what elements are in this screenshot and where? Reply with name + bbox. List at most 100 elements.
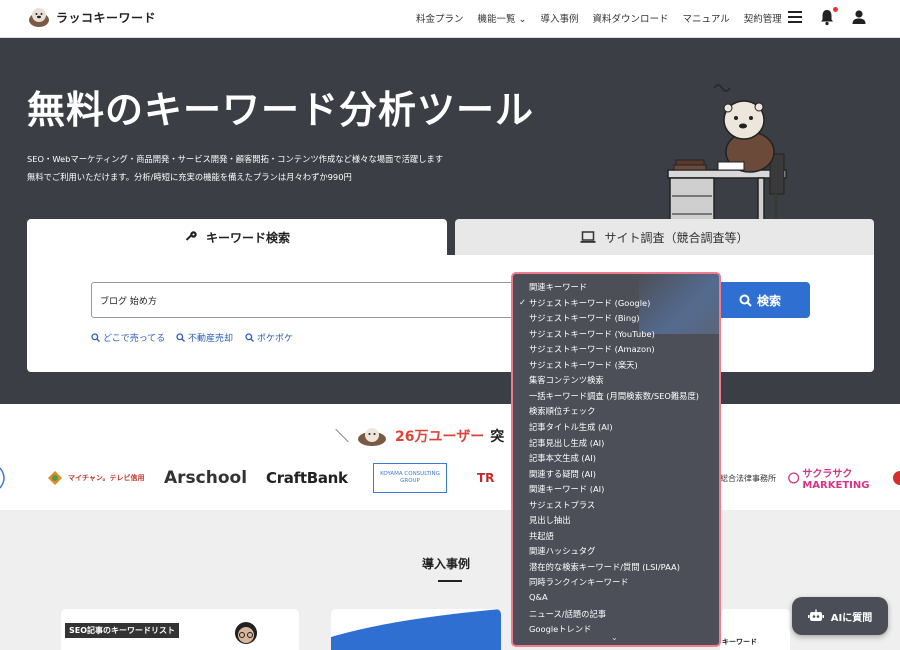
- logo-text: ラッコキーワード: [56, 10, 157, 25]
- nav-features[interactable]: 機能一覧 ⌄: [478, 11, 527, 25]
- scroll-down-icon[interactable]: ⌄: [611, 633, 618, 642]
- dropdown-option[interactable]: 集客コンテンツ検索: [529, 374, 604, 386]
- case-card-2[interactable]: [331, 609, 501, 650]
- selected-check-icon: ✓: [519, 296, 526, 307]
- ai-button-label: AIに質問: [830, 612, 873, 624]
- dropdown-option[interactable]: ニュース/話題の記事: [529, 608, 606, 620]
- hero-section: 無料のキーワード分析ツール SEO・Webマーケティング・商品開発・サービス開発…: [0, 38, 900, 404]
- dropdown-option[interactable]: サジェストキーワード (楽天): [529, 359, 638, 371]
- partner-logo-partial: [0, 463, 10, 493]
- sakura-icon: [788, 472, 800, 484]
- user-count-suffix: 突: [490, 429, 505, 445]
- nav-download[interactable]: 資料ダウンロード: [593, 11, 669, 25]
- dropdown-option[interactable]: サジェストプラス: [529, 499, 595, 511]
- person-photo-icon: [235, 622, 257, 644]
- partner-logo-1-text: マイチャン。テレビ信用: [68, 474, 145, 482]
- partner-logo-4: KOYAMA CONSULTING GROUP: [373, 463, 447, 493]
- dropdown-option[interactable]: 記事タイトル生成 (AI): [529, 421, 613, 433]
- tab-keyword-search[interactable]: キーワード検索: [27, 219, 447, 255]
- dropdown-option[interactable]: サジェストキーワード (Amazon): [529, 343, 655, 355]
- case-card-3[interactable]: キーワード: [720, 609, 790, 650]
- user-icon[interactable]: [850, 8, 868, 26]
- quick-link-3[interactable]: ポケポケ: [245, 331, 293, 344]
- quick-link-label: ポケポケ: [257, 334, 294, 344]
- user-count: 26万ユーザー: [395, 429, 485, 445]
- search-input-value: ブログ 始め方: [100, 296, 157, 307]
- key-icon: [185, 231, 197, 241]
- dropdown-option[interactable]: 見出し抽出: [529, 514, 571, 526]
- dropdown-option[interactable]: Googleトレンド: [529, 623, 591, 635]
- tab-site-research[interactable]: サイト調査（競合調査等）: [455, 219, 874, 255]
- partner-logo-1: マイチャン。テレビ信用: [46, 463, 145, 493]
- dropdown-option[interactable]: 関連ハッシュタグ: [529, 545, 595, 557]
- partner-logo-7-text: サクラサク MARKETING: [802, 469, 870, 491]
- nav-pricing[interactable]: 料金プラン: [416, 11, 464, 25]
- nav-manual[interactable]: マニュアル: [683, 11, 730, 25]
- ai-question-button[interactable]: AIに質問: [792, 597, 888, 635]
- dropdown-option[interactable]: 関連キーワード: [529, 281, 587, 293]
- dropdown-option[interactable]: 一括キーワード調査 (月間検索数/SEO難易度): [529, 390, 699, 402]
- search-icon: [91, 333, 100, 342]
- partial-logo-icon: [893, 471, 900, 485]
- dropdown-option[interactable]: サジェストキーワード (Google): [529, 297, 650, 309]
- partner-logo-6: 総合法律事務所: [720, 473, 776, 483]
- case-card-1-label: SEO記事のキーワードリスト: [65, 623, 180, 638]
- case-card-1[interactable]: SEO記事のキーワードリスト: [61, 609, 299, 650]
- dropdown-highlight: [639, 274, 719, 334]
- cases-underline: [438, 580, 462, 582]
- bell-button[interactable]: [818, 7, 838, 26]
- notification-dot: [833, 7, 838, 12]
- partner-logo-3: CraftBank: [266, 469, 348, 487]
- quick-link-label: 不動産売却: [188, 334, 234, 344]
- dropdown-option[interactable]: 潜在的な検索キーワード/質問 (LSI/PAA): [529, 561, 680, 573]
- hero-subtitle-1: SEO・Webマーケティング・商品開発・サービス開発・顧客開拓・コンテンツ作成な…: [27, 154, 444, 164]
- tv-mascot-icon: [48, 471, 62, 485]
- partner-logo-partial-right: [890, 463, 900, 493]
- search-icon: [176, 333, 185, 342]
- dropdown-option[interactable]: サジェストキーワード (Bing): [529, 312, 640, 324]
- hero-subtitle-2: 無料でご利用いただけます。分析/時短に充実の機能を備えたプランは月々わずか990…: [27, 172, 352, 182]
- site-logo[interactable]: ラッコキーワード: [27, 6, 156, 28]
- nav-contract[interactable]: 契約管理: [744, 11, 782, 25]
- quick-link-1[interactable]: どこで売ってる: [91, 331, 165, 344]
- search-button-label: 検索: [756, 293, 781, 308]
- users-band: [0, 404, 900, 510]
- case-card-3-label: キーワード: [722, 638, 757, 646]
- partner-logo-7: サクラサク MARKETING: [788, 463, 900, 493]
- dropdown-option[interactable]: 記事見出し生成 (AI): [529, 437, 604, 449]
- users-count-banner: ＼ 26万ユーザー 突: [335, 426, 504, 446]
- keyword-search-input[interactable]: ブログ 始め方: [91, 282, 521, 318]
- search-card: ブログ 始め方 検索 どこで売ってる 不動産売却 ポケポケ: [27, 255, 874, 372]
- quick-link-2[interactable]: 不動産売却: [176, 331, 233, 344]
- dropdown-option[interactable]: 関連キーワード (AI): [529, 483, 604, 495]
- header-icons: [786, 7, 868, 26]
- partner-logo-5: TR: [477, 471, 495, 485]
- dropdown-option[interactable]: 同時ランクインキーワード: [529, 576, 629, 588]
- tab-site-label: サイト調査（競合調査等）: [604, 230, 749, 245]
- site-header: ラッコキーワード 料金プラン 機能一覧 ⌄ 導入事例 資料ダウンロード マニュア…: [0, 0, 900, 38]
- search-icon: [245, 333, 254, 342]
- search-icon: [739, 294, 752, 307]
- dropdown-option[interactable]: 記事本文生成 (AI): [529, 452, 596, 464]
- search-button[interactable]: 検索: [710, 282, 810, 318]
- cases-title: 導入事例: [422, 557, 471, 571]
- tab-keyword-label: キーワード検索: [205, 230, 290, 245]
- quick-link-label: どこで売ってる: [103, 334, 166, 344]
- dropdown-option[interactable]: 検索順位チェック: [529, 405, 595, 417]
- partial-logo-icon: [0, 467, 5, 489]
- nav-cases[interactable]: 導入事例: [541, 11, 579, 25]
- otter-mascot-icon: [358, 428, 386, 446]
- decor-slash: ＼: [335, 429, 349, 445]
- robot-icon: [807, 609, 824, 621]
- dropdown-option[interactable]: 関連する疑問 (AI): [529, 468, 596, 480]
- dropdown-option[interactable]: サジェストキーワード (YouTube): [529, 328, 655, 340]
- partner-logo-4-text: KOYAMA CONSULTING GROUP: [380, 471, 440, 484]
- dropdown-option[interactable]: Q&A: [529, 592, 548, 602]
- dropdown-option[interactable]: 共起語: [529, 530, 554, 542]
- menu-icon[interactable]: [786, 8, 804, 26]
- hero-title: 無料のキーワード分析ツール: [27, 88, 535, 132]
- otter-desk-illustration: [667, 84, 787, 233]
- search-mode-dropdown[interactable]: 関連キーワード ✓ サジェストキーワード (Google) サジェストキーワード (B…: [511, 272, 721, 647]
- laptop-icon: [580, 231, 596, 243]
- blue-wave-decoration: [331, 609, 501, 650]
